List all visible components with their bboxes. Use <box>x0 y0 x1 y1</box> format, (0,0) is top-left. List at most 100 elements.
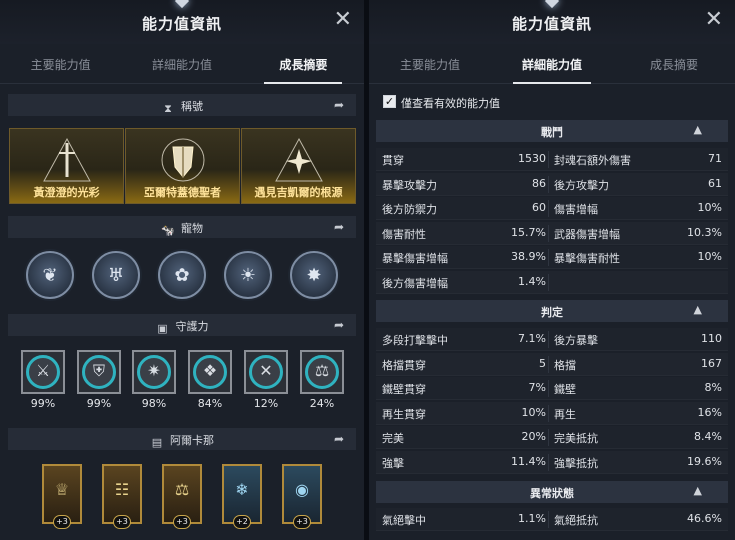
group-combat-label: 戰鬥 <box>541 126 563 139</box>
arcana-chalice-icon[interactable]: ♕ +3 <box>42 464 82 529</box>
guardian-moth-icon[interactable]: ❖ <box>188 350 232 394</box>
stat-row: 暴擊傷害增幅 38.9% 暴擊傷害耐性 10% <box>376 246 728 269</box>
stat-value: 10% <box>697 250 722 263</box>
pet-sun-icon[interactable]: ☀ <box>224 251 272 299</box>
stat-row: 多段打擊擊中 7.1% 後方暴擊 110 <box>376 328 728 351</box>
stat-value: 167 <box>701 356 722 370</box>
section-arcana-label: 阿爾卡那 <box>170 434 214 447</box>
stat-value: 11.4% <box>511 454 546 468</box>
stat-name: 後方傷害增幅 <box>382 276 448 290</box>
stat-row: 氣絕擊中 1.1% 氣絕抵抗 46.6% <box>376 508 728 531</box>
stat-name: 完美抵抗 <box>554 432 598 445</box>
collapse-icon[interactable]: ▲ <box>694 303 702 316</box>
title-card-3[interactable]: 遇見吉凱爾的根源 <box>241 128 356 204</box>
pet-lotus-icon[interactable]: ✿ <box>158 251 206 299</box>
guardian-percent: 99% <box>86 397 112 410</box>
effective-stats-checkbox[interactable]: ✓ <box>383 95 396 108</box>
panel-title: 能力值資訊 <box>141 15 222 33</box>
stat-name: 強擊抵抗 <box>554 456 598 470</box>
stat-value: 7.1% <box>518 332 546 345</box>
stat-name: 傷害耐性 <box>382 227 426 241</box>
stat-value: 1530 <box>518 152 546 165</box>
detailed-stats-panel: 能力值資訊 ✕ 主要能力值 詳細能力值 成長摘要 ✓ 僅查看有效的能力值 戰鬥 … <box>369 0 735 540</box>
stat-name: 暴擊傷害耐性 <box>554 252 620 265</box>
stat-value: 1.1% <box>518 512 546 525</box>
share-guardians-icon[interactable]: ➦ <box>334 318 344 332</box>
close-icon[interactable]: ✕ <box>705 9 723 31</box>
tab-detailed-stats[interactable]: 詳細能力值 <box>491 44 613 84</box>
header-ornament-icon <box>544 0 560 9</box>
pet-star-icon[interactable]: ✸ <box>290 251 338 299</box>
pet-demon-icon[interactable]: ♅ <box>92 251 140 299</box>
column-divider <box>548 331 549 348</box>
tab-detailed-stats[interactable]: 詳細能力值 <box>121 44 242 83</box>
arcana-scroll-icon[interactable]: ☷ +3 <box>102 464 142 529</box>
title-card-2[interactable]: 亞爾特蓋德聖者 <box>125 128 240 204</box>
stat-value: 61 <box>708 176 722 190</box>
title-card-1[interactable]: 黃澄澄的光彩 <box>9 128 124 204</box>
arcana-count: +3 <box>173 515 191 529</box>
title-card-name: 遇見吉凱爾的根源 <box>254 186 343 199</box>
arcana-count: +3 <box>53 515 71 529</box>
group-judgement-header[interactable]: 判定 ▲ <box>376 300 728 322</box>
stat-value: 10.3% <box>687 225 722 239</box>
stat-row: 強擊 11.4% 強擊抵抗 19.6% <box>376 450 728 474</box>
stat-value: 71 <box>708 152 722 165</box>
column-divider <box>548 453 549 471</box>
effective-stats-label: 僅查看有效的能力值 <box>401 97 500 110</box>
section-pets-header: 🐄 寵物 ➦ <box>8 216 356 238</box>
stat-value: 10% <box>697 201 722 214</box>
share-pets-icon[interactable]: ➦ <box>334 220 344 234</box>
close-icon[interactable]: ✕ <box>334 9 352 31</box>
stat-value: 8.4% <box>694 430 722 443</box>
tab-main-stats[interactable]: 主要能力值 <box>0 44 121 83</box>
guardian-armor-icon[interactable]: ⛨ <box>77 350 121 394</box>
stat-name: 後方暴擊 <box>554 334 598 347</box>
arcana-balance-icon[interactable]: ⚖ +3 <box>162 464 202 529</box>
column-divider <box>548 429 549 446</box>
stat-value: 60 <box>532 201 546 214</box>
pet-wing-icon[interactable]: ❦ <box>26 251 74 299</box>
collapse-icon[interactable]: ▲ <box>694 484 702 497</box>
guardian-scale-icon[interactable]: ⚖ <box>300 350 344 394</box>
stat-name: 封魂石額外傷害 <box>554 154 631 167</box>
stat-value: 110 <box>701 332 722 345</box>
group-status-header[interactable]: 異常狀態 ▲ <box>376 481 728 503</box>
guardian-beast-icon[interactable]: ✷ <box>132 350 176 394</box>
panel-header: 能力值資訊 ✕ <box>0 0 364 44</box>
tab-growth-summary[interactable]: 成長摘要 <box>243 44 364 84</box>
stat-row: 貫穿 1530 封魂石額外傷害 71 <box>376 148 728 171</box>
stat-value: 8% <box>704 381 722 394</box>
stat-row: 鐵壁貫穿 7% 鐵壁 8% <box>376 377 728 400</box>
arcana-crystal-icon[interactable]: ❄ +2 <box>222 464 262 529</box>
stat-value: 46.6% <box>687 512 722 525</box>
stat-value: 15.7% <box>511 225 546 239</box>
column-divider <box>548 200 549 217</box>
guardian-icon: ▣ <box>157 322 168 335</box>
stat-value: 20% <box>521 430 546 443</box>
stat-name: 強擊 <box>382 456 404 470</box>
stat-value: 10% <box>521 405 546 419</box>
group-combat-header[interactable]: 戰鬥 ▲ <box>376 120 728 142</box>
guardian-cross-icon[interactable]: ✕ <box>244 350 288 394</box>
stat-row: 後方防禦力 60 傷害增幅 10% <box>376 197 728 220</box>
guardian-sword-icon[interactable]: ⚔ <box>21 350 65 394</box>
tab-main-stats[interactable]: 主要能力值 <box>369 44 491 83</box>
tab-growth-summary[interactable]: 成長摘要 <box>613 44 735 83</box>
star-emblem-icon <box>274 137 323 182</box>
panel-header: 能力值資訊 ✕ <box>369 0 735 44</box>
section-guardians-header: ▣ 守護力 ➦ <box>8 314 356 336</box>
collapse-icon[interactable]: ▲ <box>694 123 702 136</box>
group-status-label: 異常狀態 <box>530 487 574 500</box>
stat-name: 暴擊攻擊力 <box>382 178 437 192</box>
guardian-percent: 84% <box>197 397 223 410</box>
share-arcana-icon[interactable]: ➦ <box>334 432 344 446</box>
share-titles-icon[interactable]: ➦ <box>334 98 344 112</box>
stat-value: 86 <box>532 176 546 190</box>
stat-value: 1.4% <box>518 274 546 288</box>
guardian-percent: 12% <box>253 397 279 410</box>
title-card-name: 黃澄澄的光彩 <box>33 186 100 199</box>
arcana-orb-icon[interactable]: ◉ +3 <box>282 464 322 529</box>
stat-name: 武器傷害增幅 <box>554 227 620 241</box>
guardian-percent: 24% <box>309 397 335 410</box>
